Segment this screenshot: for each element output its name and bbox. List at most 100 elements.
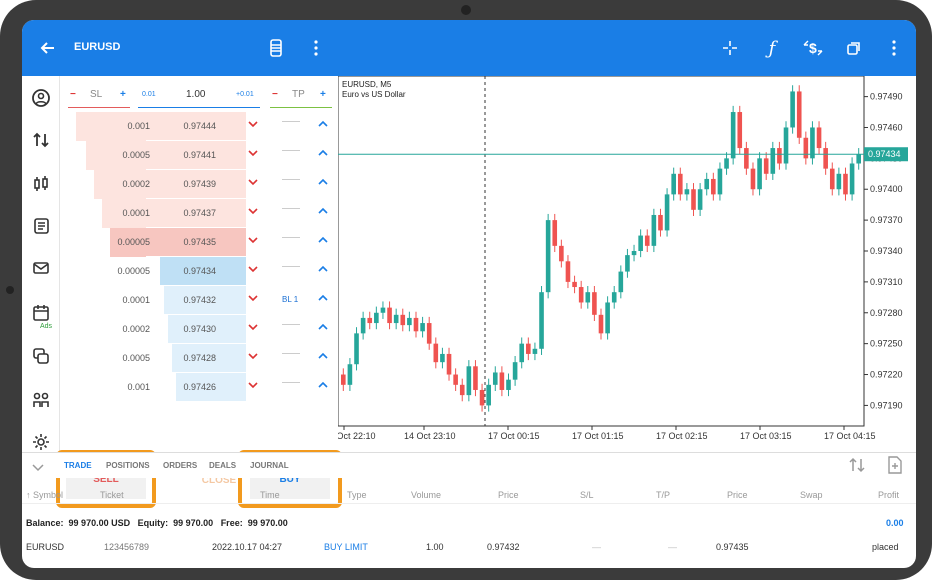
chat-icon[interactable] xyxy=(29,344,53,368)
buy-limit-icon[interactable] xyxy=(318,146,328,160)
volume-plus[interactable]: +0.01 xyxy=(236,91,254,98)
col-swap[interactable]: Swap xyxy=(800,490,823,500)
col-volume[interactable]: Volume xyxy=(411,490,441,500)
candle-body xyxy=(492,372,498,385)
depth-row[interactable]: 0.001 0.97444 xyxy=(60,112,338,141)
mail-icon[interactable] xyxy=(29,256,53,280)
trade-icon[interactable]: $ xyxy=(800,36,826,60)
buy-limit-icon[interactable] xyxy=(318,204,328,218)
collapse-chevron-icon[interactable] xyxy=(32,459,44,477)
depth-row[interactable]: 0.0002 0.97439 xyxy=(60,170,338,199)
sell-limit-icon[interactable] xyxy=(248,262,258,276)
candle-body xyxy=(559,245,564,262)
col-tp[interactable]: T/P xyxy=(656,490,670,500)
sl-minus-icon[interactable]: − xyxy=(70,89,76,100)
community-icon[interactable] xyxy=(29,388,53,412)
tab-journal[interactable]: JOURNAL xyxy=(250,461,289,470)
charts-icon[interactable] xyxy=(29,172,53,196)
quotes-icon[interactable] xyxy=(29,86,53,110)
buy-limit-icon[interactable] xyxy=(318,262,328,276)
volume-value[interactable]: 1.00 xyxy=(186,89,205,100)
order-slot xyxy=(282,324,300,325)
settings-icon[interactable] xyxy=(29,430,53,454)
calendar-icon[interactable] xyxy=(29,301,53,325)
depth-of-market-icon[interactable] xyxy=(264,36,288,60)
col-type[interactable]: Type xyxy=(347,490,367,500)
depth-row[interactable]: 0.0005 0.97428 xyxy=(60,344,338,373)
col-ticket[interactable]: Ticket xyxy=(100,490,124,500)
x-tick-label: 14 Oct 23:10 xyxy=(404,431,456,441)
x-tick-label: 17 Oct 00:15 xyxy=(488,431,540,441)
x-tick-label: 17 Oct 03:15 xyxy=(740,431,792,441)
tab-positions[interactable]: POSITIONS xyxy=(106,461,150,470)
depth-row[interactable]: 0.0002 0.97430 xyxy=(60,315,338,344)
depth-row[interactable]: 0.0005 0.97441 xyxy=(60,141,338,170)
depth-row[interactable]: 0.00005 0.97435 xyxy=(60,228,338,257)
depth-row[interactable]: 0.00005 0.97434 xyxy=(60,257,338,286)
col-symbol[interactable]: ↑ Symbol xyxy=(26,490,63,500)
col-price[interactable]: Price xyxy=(498,490,519,500)
candle-body xyxy=(565,261,571,282)
sl-control[interactable]: − SL + xyxy=(68,86,130,108)
tab-orders[interactable]: ORDERS xyxy=(163,461,197,470)
sell-limit-icon[interactable] xyxy=(248,320,258,334)
sell-limit-icon[interactable] xyxy=(248,175,258,189)
depth-volume: 0.0002 xyxy=(122,324,150,334)
chart-canvas[interactable]: 0.974900.974600.974300.974000.973700.973… xyxy=(324,75,916,450)
col-cur-price[interactable]: Price xyxy=(727,490,748,500)
buy-limit-icon[interactable] xyxy=(318,378,328,392)
table-row[interactable]: EURUSD 123456789 2022.10.17 04:27 BUY LI… xyxy=(22,538,916,558)
tp-minus-icon[interactable]: − xyxy=(272,89,278,100)
pending-order-label[interactable]: BL 1 xyxy=(282,295,298,304)
news-icon[interactable] xyxy=(29,214,53,238)
depth-row[interactable]: 0.0001 0.97437 xyxy=(60,199,338,228)
new-order-icon[interactable] xyxy=(888,456,902,479)
crosshair-icon[interactable] xyxy=(718,36,742,60)
more-vert-icon[interactable] xyxy=(304,36,328,60)
col-profit[interactable]: Profit xyxy=(878,490,899,500)
tab-deals[interactable]: DEALS xyxy=(209,461,236,470)
sell-limit-icon[interactable] xyxy=(248,146,258,160)
buy-limit-icon[interactable] xyxy=(318,320,328,334)
ads-label: Ads xyxy=(40,323,53,330)
tp-plus-icon[interactable]: + xyxy=(320,89,326,100)
indicators-icon[interactable]: ƒ xyxy=(760,36,784,60)
price-chart[interactable]: 0.974900.974600.974300.974000.973700.973… xyxy=(324,75,916,450)
candle-body xyxy=(638,235,643,251)
candle-body xyxy=(658,214,663,231)
sell-limit-icon[interactable] xyxy=(248,233,258,247)
table-header: ↑ Symbol Ticket Time Type Volume Price S… xyxy=(22,486,916,504)
col-time[interactable]: Time xyxy=(260,490,280,500)
buy-limit-icon[interactable] xyxy=(318,291,328,305)
balance-line: Balance: 99 970.00 USD Equity: 99 970.00… xyxy=(26,518,288,528)
svg-text:$: $ xyxy=(809,40,817,56)
equity-label: Equity: xyxy=(137,518,169,528)
sell-limit-icon[interactable] xyxy=(248,378,258,392)
sl-plus-icon[interactable]: + xyxy=(120,89,126,100)
volume-control[interactable]: 0.01 1.00 +0.01 xyxy=(138,86,260,108)
back-arrow-icon[interactable] xyxy=(36,36,60,60)
tab-trade[interactable]: TRADE xyxy=(64,461,92,470)
tp-control[interactable]: − TP + xyxy=(270,86,332,108)
more-vert-icon[interactable] xyxy=(882,36,906,60)
buy-limit-icon[interactable] xyxy=(318,117,328,131)
volume-minus[interactable]: 0.01 xyxy=(142,91,156,98)
sl-label: SL xyxy=(90,89,103,100)
order-slot xyxy=(282,237,300,238)
windows-icon[interactable] xyxy=(842,36,866,60)
sell-limit-icon[interactable] xyxy=(248,204,258,218)
sell-limit-icon[interactable] xyxy=(248,349,258,363)
buy-limit-icon[interactable] xyxy=(318,233,328,247)
order-type: BUY LIMIT xyxy=(324,542,368,552)
x-tick-label: 17 Oct 02:15 xyxy=(656,431,708,441)
depth-row[interactable]: 0.001 0.97426 xyxy=(60,373,338,402)
candle-body xyxy=(796,91,802,138)
sort-icon[interactable] xyxy=(848,457,866,478)
buy-limit-icon[interactable] xyxy=(318,175,328,189)
sell-limit-icon[interactable] xyxy=(248,117,258,131)
buy-limit-icon[interactable] xyxy=(318,349,328,363)
sell-limit-icon[interactable] xyxy=(248,291,258,305)
depth-row[interactable]: 0.0001 0.97432 BL 1 xyxy=(60,286,338,315)
col-sl[interactable]: S/L xyxy=(580,490,594,500)
trade-icon[interactable] xyxy=(29,128,53,152)
